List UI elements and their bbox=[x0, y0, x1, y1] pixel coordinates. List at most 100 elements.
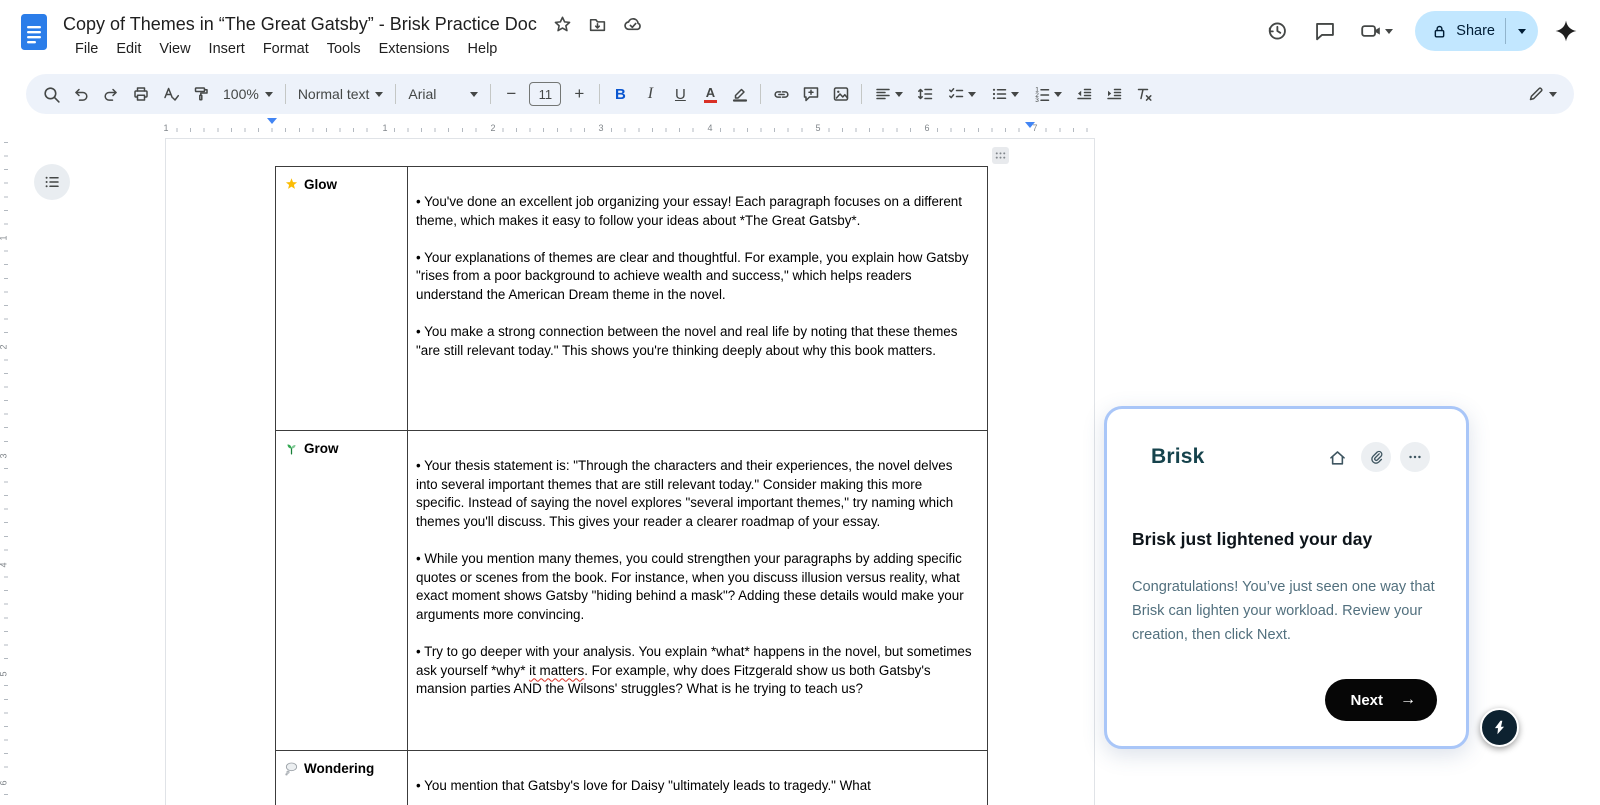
glowing-star-emoji-icon bbox=[284, 177, 299, 195]
font-size-input[interactable]: 11 bbox=[529, 82, 562, 106]
document-page[interactable]: Glow • You've done an excellent job orga… bbox=[165, 138, 1095, 805]
ruler-number: 1 bbox=[380, 123, 390, 133]
menu-file[interactable]: File bbox=[66, 38, 107, 60]
title-row: Copy of Themes in “The Great Gatsby” - B… bbox=[63, 10, 643, 38]
paragraph-style-value: Normal text bbox=[297, 86, 370, 102]
document-title[interactable]: Copy of Themes in “The Great Gatsby” - B… bbox=[63, 14, 537, 35]
vertical-ruler: 1 2 3 4 5 6 bbox=[0, 138, 12, 805]
redo-icon[interactable] bbox=[97, 80, 125, 108]
paragraph: • You make a strong connection between t… bbox=[416, 324, 958, 358]
toolbar: 100% Normal text Arial − 11 + B I U A 1 … bbox=[26, 74, 1574, 114]
attachment-icon[interactable] bbox=[1361, 442, 1391, 472]
text-color-button[interactable]: A bbox=[696, 80, 724, 108]
zoom-select[interactable]: 100% bbox=[216, 80, 280, 108]
chevron-down-icon bbox=[1385, 28, 1394, 34]
chevron-down-icon bbox=[968, 91, 977, 97]
chevron-down-icon bbox=[1518, 28, 1526, 34]
ruler-number: 1 bbox=[161, 123, 171, 133]
print-icon[interactable] bbox=[127, 80, 155, 108]
ruler-number: 1 bbox=[0, 233, 9, 243]
glow-content-cell[interactable]: • You've done an excellent job organizin… bbox=[407, 166, 988, 431]
table-row-glow: Glow • You've done an excellent job orga… bbox=[275, 166, 988, 431]
menu-help[interactable]: Help bbox=[459, 38, 507, 60]
menu-extensions[interactable]: Extensions bbox=[370, 38, 459, 60]
glow-label-cell[interactable]: Glow bbox=[275, 166, 408, 431]
ruler-number: 2 bbox=[488, 123, 498, 133]
italic-button[interactable]: I bbox=[636, 80, 664, 108]
paragraph-style-select[interactable]: Normal text bbox=[291, 80, 391, 108]
menu-format[interactable]: Format bbox=[254, 38, 318, 60]
search-menus-icon[interactable] bbox=[37, 80, 65, 108]
move-folder-icon[interactable] bbox=[588, 15, 607, 34]
cloud-saved-icon[interactable] bbox=[623, 14, 643, 34]
ruler-number: 5 bbox=[0, 669, 9, 679]
arrow-right-icon: → bbox=[1400, 691, 1416, 708]
menu-view[interactable]: View bbox=[150, 38, 199, 60]
bold-button[interactable]: B bbox=[606, 80, 634, 108]
brisk-logo-icon bbox=[1494, 720, 1505, 735]
decrease-font-size-button[interactable]: − bbox=[497, 80, 525, 108]
horizontal-ruler: 1 1 2 3 4 5 6 7 bbox=[155, 118, 1105, 145]
join-call-button[interactable] bbox=[1353, 20, 1399, 42]
menubar: File Edit View Insert Format Tools Exten… bbox=[66, 38, 506, 60]
home-icon[interactable] bbox=[1322, 442, 1352, 472]
version-history-icon[interactable] bbox=[1257, 11, 1297, 51]
ruler-number: 4 bbox=[0, 560, 9, 570]
paragraph: • While you mention many themes, you cou… bbox=[416, 550, 964, 622]
share-dropdown[interactable] bbox=[1506, 11, 1538, 51]
ruler-number: 5 bbox=[813, 123, 823, 133]
increase-font-size-button[interactable]: + bbox=[565, 80, 593, 108]
chevron-down-icon bbox=[375, 91, 384, 97]
paragraph: • Your thesis statement is: "Through the… bbox=[416, 458, 954, 529]
editing-mode-select[interactable] bbox=[1520, 80, 1564, 108]
misspelling-squiggle: it matters bbox=[529, 662, 585, 678]
share-button[interactable]: Share bbox=[1415, 11, 1538, 51]
add-comment-icon[interactable] bbox=[797, 80, 825, 108]
brisk-heading: Brisk just lightened your day bbox=[1132, 529, 1373, 549]
font-family-select[interactable]: Arial bbox=[401, 80, 485, 108]
paragraph: • You mention that Gatsby's love for Dai… bbox=[416, 778, 871, 793]
chevron-down-icon bbox=[470, 91, 479, 97]
highlight-color-icon[interactable] bbox=[726, 80, 754, 108]
clear-formatting-icon[interactable] bbox=[1130, 80, 1158, 108]
menu-tools[interactable]: Tools bbox=[318, 38, 370, 60]
insert-link-icon[interactable] bbox=[767, 80, 795, 108]
document-outline-button[interactable] bbox=[34, 164, 70, 200]
undo-icon[interactable] bbox=[67, 80, 95, 108]
docs-logo-icon[interactable] bbox=[20, 13, 48, 56]
menu-edit[interactable]: Edit bbox=[107, 38, 150, 60]
next-button[interactable]: Next → bbox=[1325, 679, 1437, 721]
decrease-indent-icon[interactable] bbox=[1070, 80, 1098, 108]
toolbar-divider bbox=[599, 84, 601, 104]
paragraph: • Try to go deeper with your analysis. Y… bbox=[416, 643, 972, 697]
svg-text:3: 3 bbox=[1036, 97, 1040, 103]
numbered-list-select[interactable]: 123 bbox=[1026, 80, 1069, 108]
table-drag-handle[interactable] bbox=[992, 147, 1009, 164]
line-spacing-icon[interactable] bbox=[911, 80, 939, 108]
wondering-content-cell[interactable]: • You mention that Gatsby's love for Dai… bbox=[407, 750, 988, 805]
more-options-icon[interactable] bbox=[1400, 442, 1430, 472]
insert-image-icon[interactable] bbox=[827, 80, 855, 108]
table-row-wondering: Wondering • You mention that Gatsby's lo… bbox=[275, 750, 988, 805]
grow-label-cell[interactable]: Grow bbox=[275, 430, 408, 751]
ruler-number: 3 bbox=[596, 123, 606, 133]
checklist-select[interactable] bbox=[940, 80, 983, 108]
align-select[interactable] bbox=[867, 80, 910, 108]
wondering-label-cell[interactable]: Wondering bbox=[275, 750, 408, 805]
underline-button[interactable]: U bbox=[666, 80, 694, 108]
brisk-launcher-button[interactable] bbox=[1480, 708, 1519, 747]
comments-icon[interactable] bbox=[1305, 11, 1345, 51]
star-icon[interactable] bbox=[553, 15, 572, 34]
increase-indent-icon[interactable] bbox=[1100, 80, 1128, 108]
bulleted-list-select[interactable] bbox=[983, 80, 1026, 108]
paint-format-icon[interactable] bbox=[187, 80, 215, 108]
grow-content-cell[interactable]: • Your thesis statement is: "Through the… bbox=[407, 430, 988, 751]
toolbar-divider bbox=[284, 84, 286, 104]
row-label: Wondering bbox=[304, 761, 375, 776]
spelling-check-icon[interactable] bbox=[157, 80, 185, 108]
gemini-sparkle-icon[interactable] bbox=[1546, 11, 1586, 51]
chevron-down-icon bbox=[1549, 91, 1557, 97]
ruler-number: 6 bbox=[922, 123, 932, 133]
toolbar-divider bbox=[490, 84, 492, 104]
menu-insert[interactable]: Insert bbox=[200, 38, 254, 60]
